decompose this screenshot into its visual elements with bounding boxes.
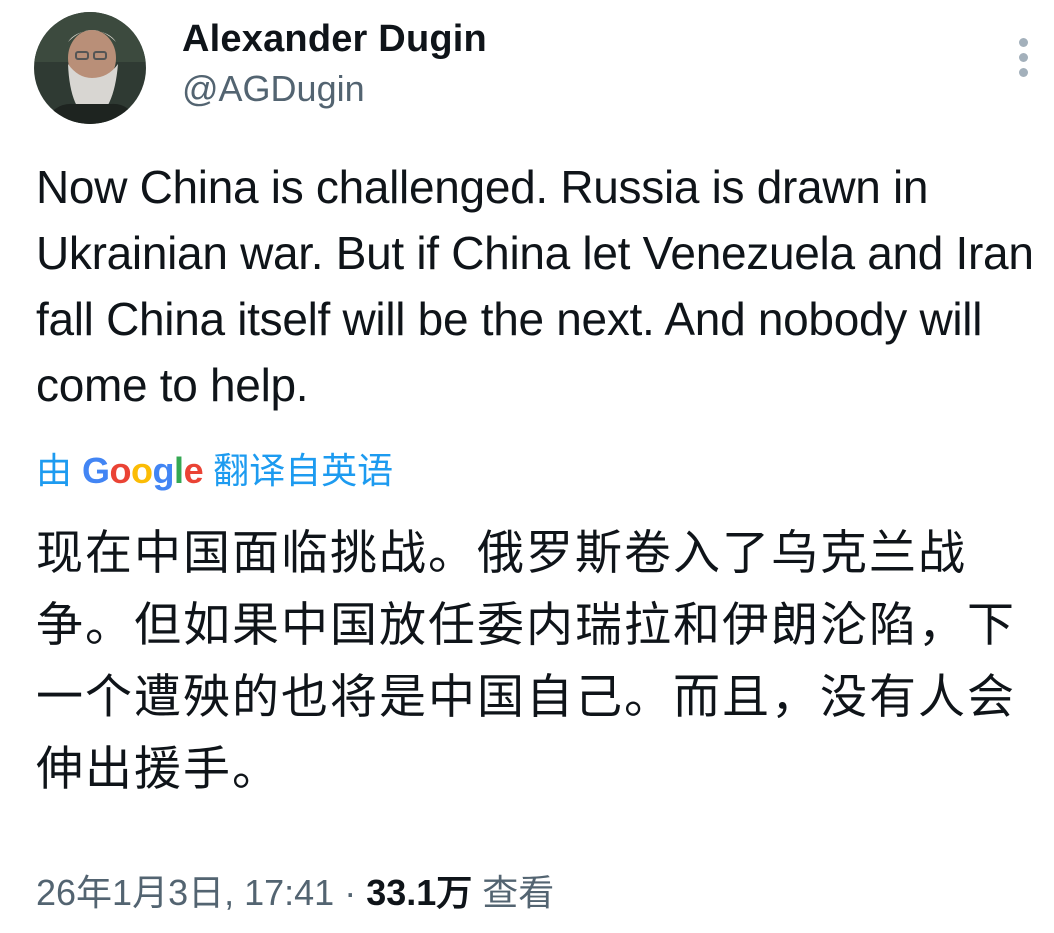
- avatar[interactable]: [34, 12, 146, 124]
- translation-attribution[interactable]: 由 Google 翻译自英语: [36, 442, 393, 494]
- timestamp[interactable]: 26年1月3日, 17:41: [36, 872, 334, 913]
- view-count: 33.1万: [366, 872, 473, 913]
- translated-text: 现在中国面临挑战。俄罗斯卷入了乌克兰战争。但如果中国放任委内瑞拉和伊朗沦陷，下一…: [36, 526, 1016, 795]
- meta-separator: ·: [334, 872, 367, 913]
- tweet-meta: 26年1月3日, 17:41 · 33.1万 查看: [36, 864, 554, 916]
- author-handle[interactable]: @AGDugin: [182, 68, 365, 110]
- more-options-icon[interactable]: [1010, 36, 1038, 78]
- tweet-text: Now China is challenged. Russia is drawn…: [36, 161, 1034, 411]
- translate-suffix: 翻译自英语: [213, 450, 394, 491]
- avatar-image: [34, 12, 146, 124]
- google-logo: Google: [82, 450, 204, 491]
- author-name[interactable]: Alexander Dugin: [182, 18, 487, 61]
- translate-prefix: 由: [36, 450, 73, 491]
- views-label: 查看: [472, 872, 555, 913]
